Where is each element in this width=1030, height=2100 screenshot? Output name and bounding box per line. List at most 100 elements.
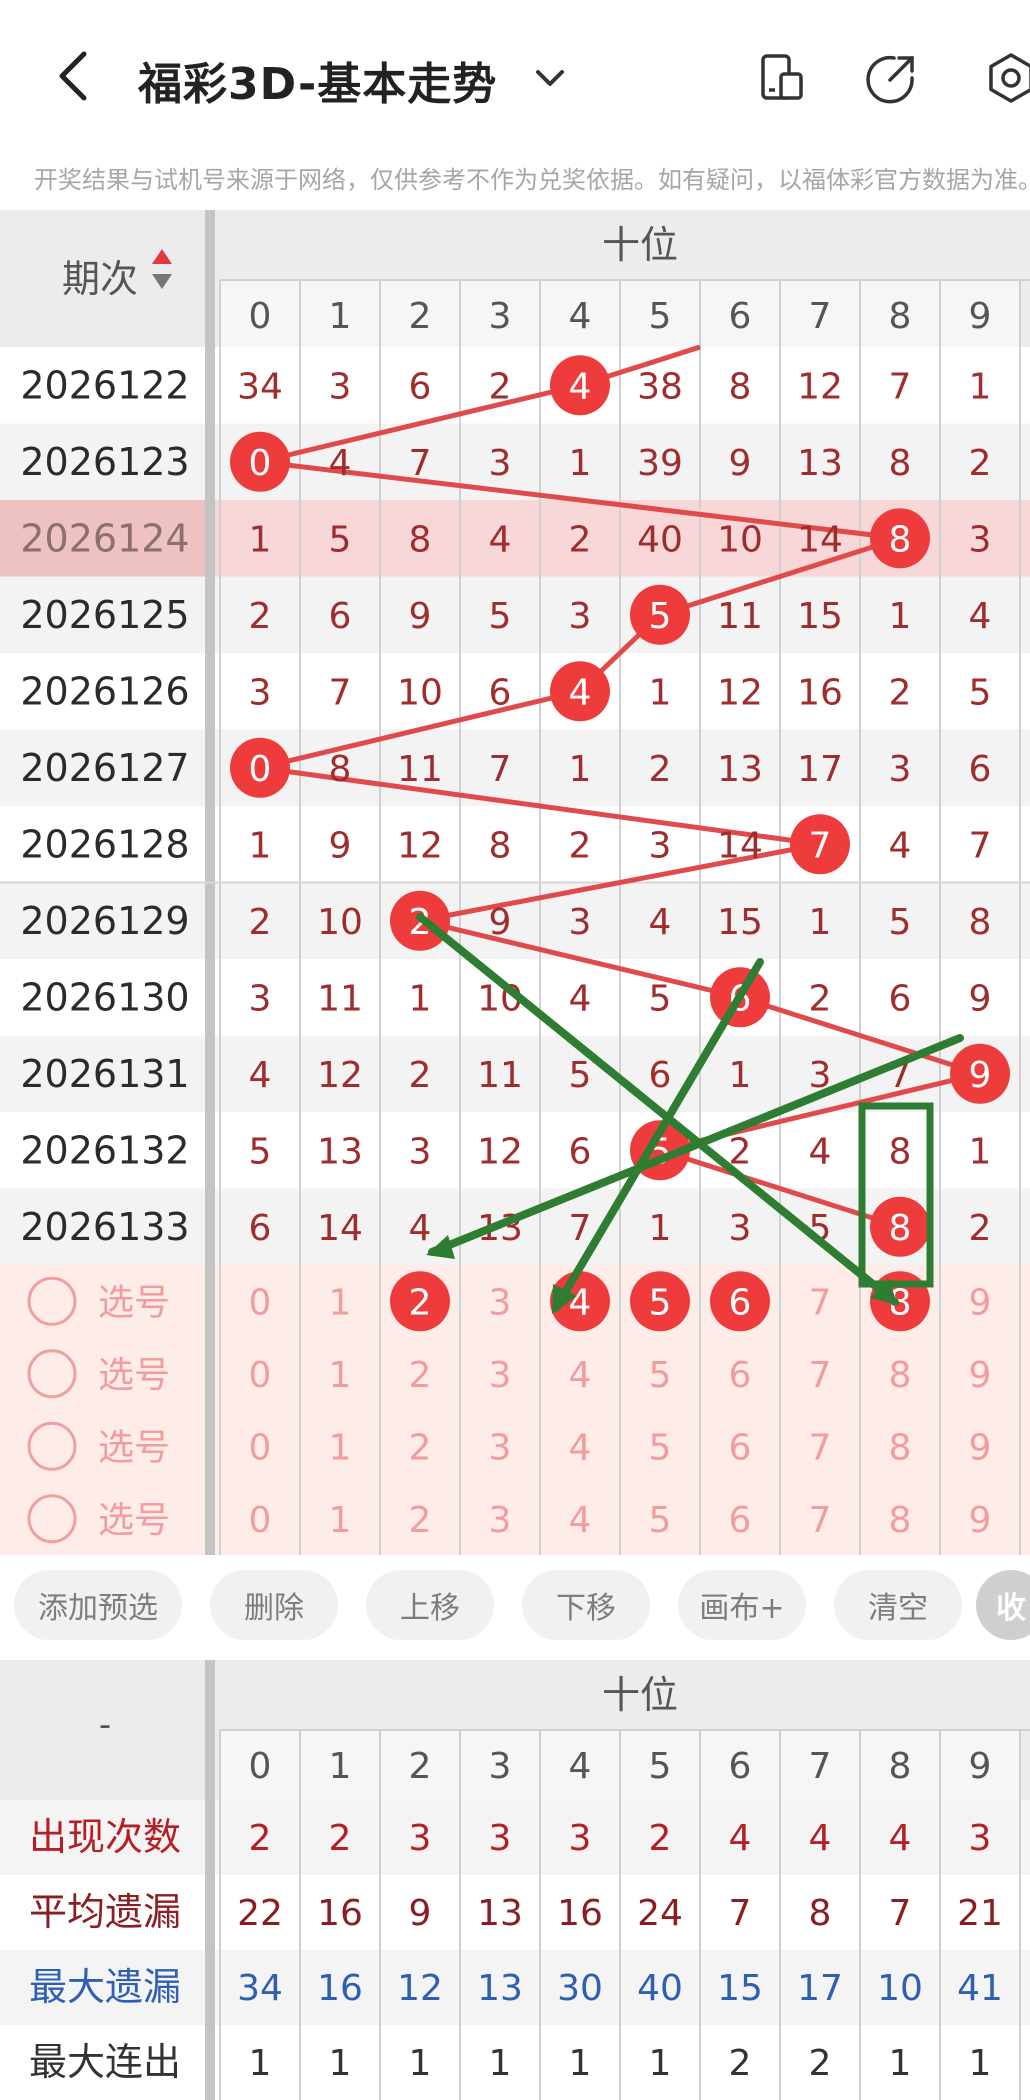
canvas-plus-button[interactable]: 画布+ <box>678 1570 806 1640</box>
chevron-down-icon[interactable] <box>530 58 570 98</box>
stats-value: 1 <box>489 2043 512 2084</box>
miss-count: 3 <box>969 519 992 560</box>
miss-count: 6 <box>569 1131 592 1172</box>
miss-count: 2 <box>649 749 672 790</box>
selected-number[interactable]: 2 <box>409 1282 432 1323</box>
move-up-button[interactable]: 上移 <box>366 1570 494 1640</box>
select-number[interactable]: 5 <box>649 1355 672 1396</box>
select-number[interactable]: 4 <box>569 1355 592 1396</box>
settings-gear-icon[interactable] <box>985 52 1030 104</box>
select-number[interactable]: 1 <box>329 1427 352 1468</box>
miss-count: 2 <box>569 519 592 560</box>
select-number[interactable]: 1 <box>329 1282 352 1323</box>
select-number[interactable]: 1 <box>329 1355 352 1396</box>
digit-header: 0 <box>249 296 272 337</box>
select-number[interactable]: 7 <box>809 1500 832 1541</box>
stats-value: 10 <box>877 1968 923 2009</box>
stats-value: 2 <box>329 1818 352 1859</box>
miss-count: 2 <box>489 366 512 407</box>
select-number[interactable]: 9 <box>969 1355 992 1396</box>
miss-count: 1 <box>249 519 272 560</box>
hit-number: 5 <box>649 596 672 637</box>
select-number[interactable]: 7 <box>809 1427 832 1468</box>
period-header[interactable]: 期次 <box>62 257 138 301</box>
add-preselect-button[interactable]: 添加预选 <box>14 1570 182 1640</box>
select-number[interactable]: 2 <box>409 1500 432 1541</box>
select-number[interactable]: 8 <box>889 1427 912 1468</box>
digit-header: 3 <box>489 296 512 337</box>
digit-header: 6 <box>729 296 752 337</box>
select-number[interactable]: 9 <box>969 1427 992 1468</box>
select-number[interactable]: 8 <box>889 1500 912 1541</box>
app-header: 福彩3D-基本走势 <box>0 0 1030 150</box>
select-number[interactable]: 3 <box>489 1427 512 1468</box>
miss-count: 4 <box>489 519 512 560</box>
miss-count: 3 <box>489 443 512 484</box>
select-number[interactable]: 3 <box>489 1355 512 1396</box>
miss-count: 1 <box>409 978 432 1019</box>
selected-number[interactable]: 5 <box>649 1282 672 1323</box>
stats-value: 1 <box>889 2043 912 2084</box>
miss-count: 5 <box>249 1131 272 1172</box>
period-cell: 2026124 <box>20 516 189 560</box>
select-number[interactable]: 0 <box>249 1500 272 1541</box>
move-down-button[interactable]: 下移 <box>522 1570 650 1640</box>
period-cell: 2026131 <box>20 1052 189 1096</box>
select-number[interactable]: 0 <box>249 1282 272 1323</box>
select-number[interactable]: 6 <box>729 1355 752 1396</box>
select-number[interactable]: 5 <box>649 1427 672 1468</box>
select-number[interactable]: 6 <box>729 1500 752 1541</box>
select-number[interactable]: 4 <box>569 1500 592 1541</box>
share-icon[interactable] <box>866 52 918 104</box>
select-number[interactable]: 9 <box>969 1500 992 1541</box>
clear-button[interactable]: 清空 <box>834 1570 962 1640</box>
miss-count: 13 <box>797 443 843 484</box>
period-cell: 2026122 <box>20 363 189 407</box>
miss-count: 8 <box>329 749 352 790</box>
digit-header: 5 <box>649 296 672 337</box>
stats-digit-header: 4 <box>569 1746 592 1787</box>
miss-count: 13 <box>717 749 763 790</box>
stats-value: 2 <box>809 2043 832 2084</box>
miss-count: 34 <box>237 366 283 407</box>
miss-count: 4 <box>569 978 592 1019</box>
page-title[interactable]: 福彩3D-基本走势 <box>138 48 497 112</box>
selected-number[interactable]: 6 <box>729 1282 752 1323</box>
select-number[interactable]: 0 <box>249 1427 272 1468</box>
stats-value: 7 <box>729 1893 752 1934</box>
select-number[interactable]: 7 <box>809 1282 832 1323</box>
miss-count: 14 <box>317 1208 363 1249</box>
select-number[interactable]: 5 <box>649 1500 672 1541</box>
select-number[interactable]: 3 <box>489 1282 512 1323</box>
select-number[interactable]: 3 <box>489 1500 512 1541</box>
select-number[interactable]: 0 <box>249 1355 272 1396</box>
miss-count: 2 <box>889 672 912 713</box>
stats-value: 16 <box>317 1968 363 2009</box>
back-arrow-icon[interactable] <box>48 48 104 104</box>
stats-value: 9 <box>409 1893 432 1934</box>
stats-value: 40 <box>637 1968 683 2009</box>
layout-switch-icon[interactable] <box>755 52 807 104</box>
stats-value: 1 <box>249 2043 272 2084</box>
miss-count: 9 <box>489 902 512 943</box>
select-number[interactable]: 8 <box>889 1355 912 1396</box>
select-number[interactable]: 6 <box>729 1427 752 1468</box>
select-number[interactable]: 2 <box>409 1427 432 1468</box>
digit-header: 7 <box>809 296 832 337</box>
miss-count: 3 <box>329 366 352 407</box>
miss-count: 3 <box>569 596 592 637</box>
miss-count: 6 <box>969 749 992 790</box>
miss-count: 1 <box>249 825 272 866</box>
stats-value: 15 <box>717 1968 763 2009</box>
select-number[interactable]: 2 <box>409 1355 432 1396</box>
miss-count: 8 <box>409 519 432 560</box>
delete-button[interactable]: 删除 <box>210 1570 338 1640</box>
miss-count: 40 <box>637 519 683 560</box>
select-label: 选号 <box>98 1282 170 1323</box>
select-number[interactable]: 9 <box>969 1282 992 1323</box>
period-cell: 2026130 <box>20 975 189 1019</box>
select-number[interactable]: 4 <box>569 1427 592 1468</box>
select-number[interactable]: 7 <box>809 1355 832 1396</box>
select-number[interactable]: 1 <box>329 1500 352 1541</box>
miss-count: 14 <box>797 519 843 560</box>
